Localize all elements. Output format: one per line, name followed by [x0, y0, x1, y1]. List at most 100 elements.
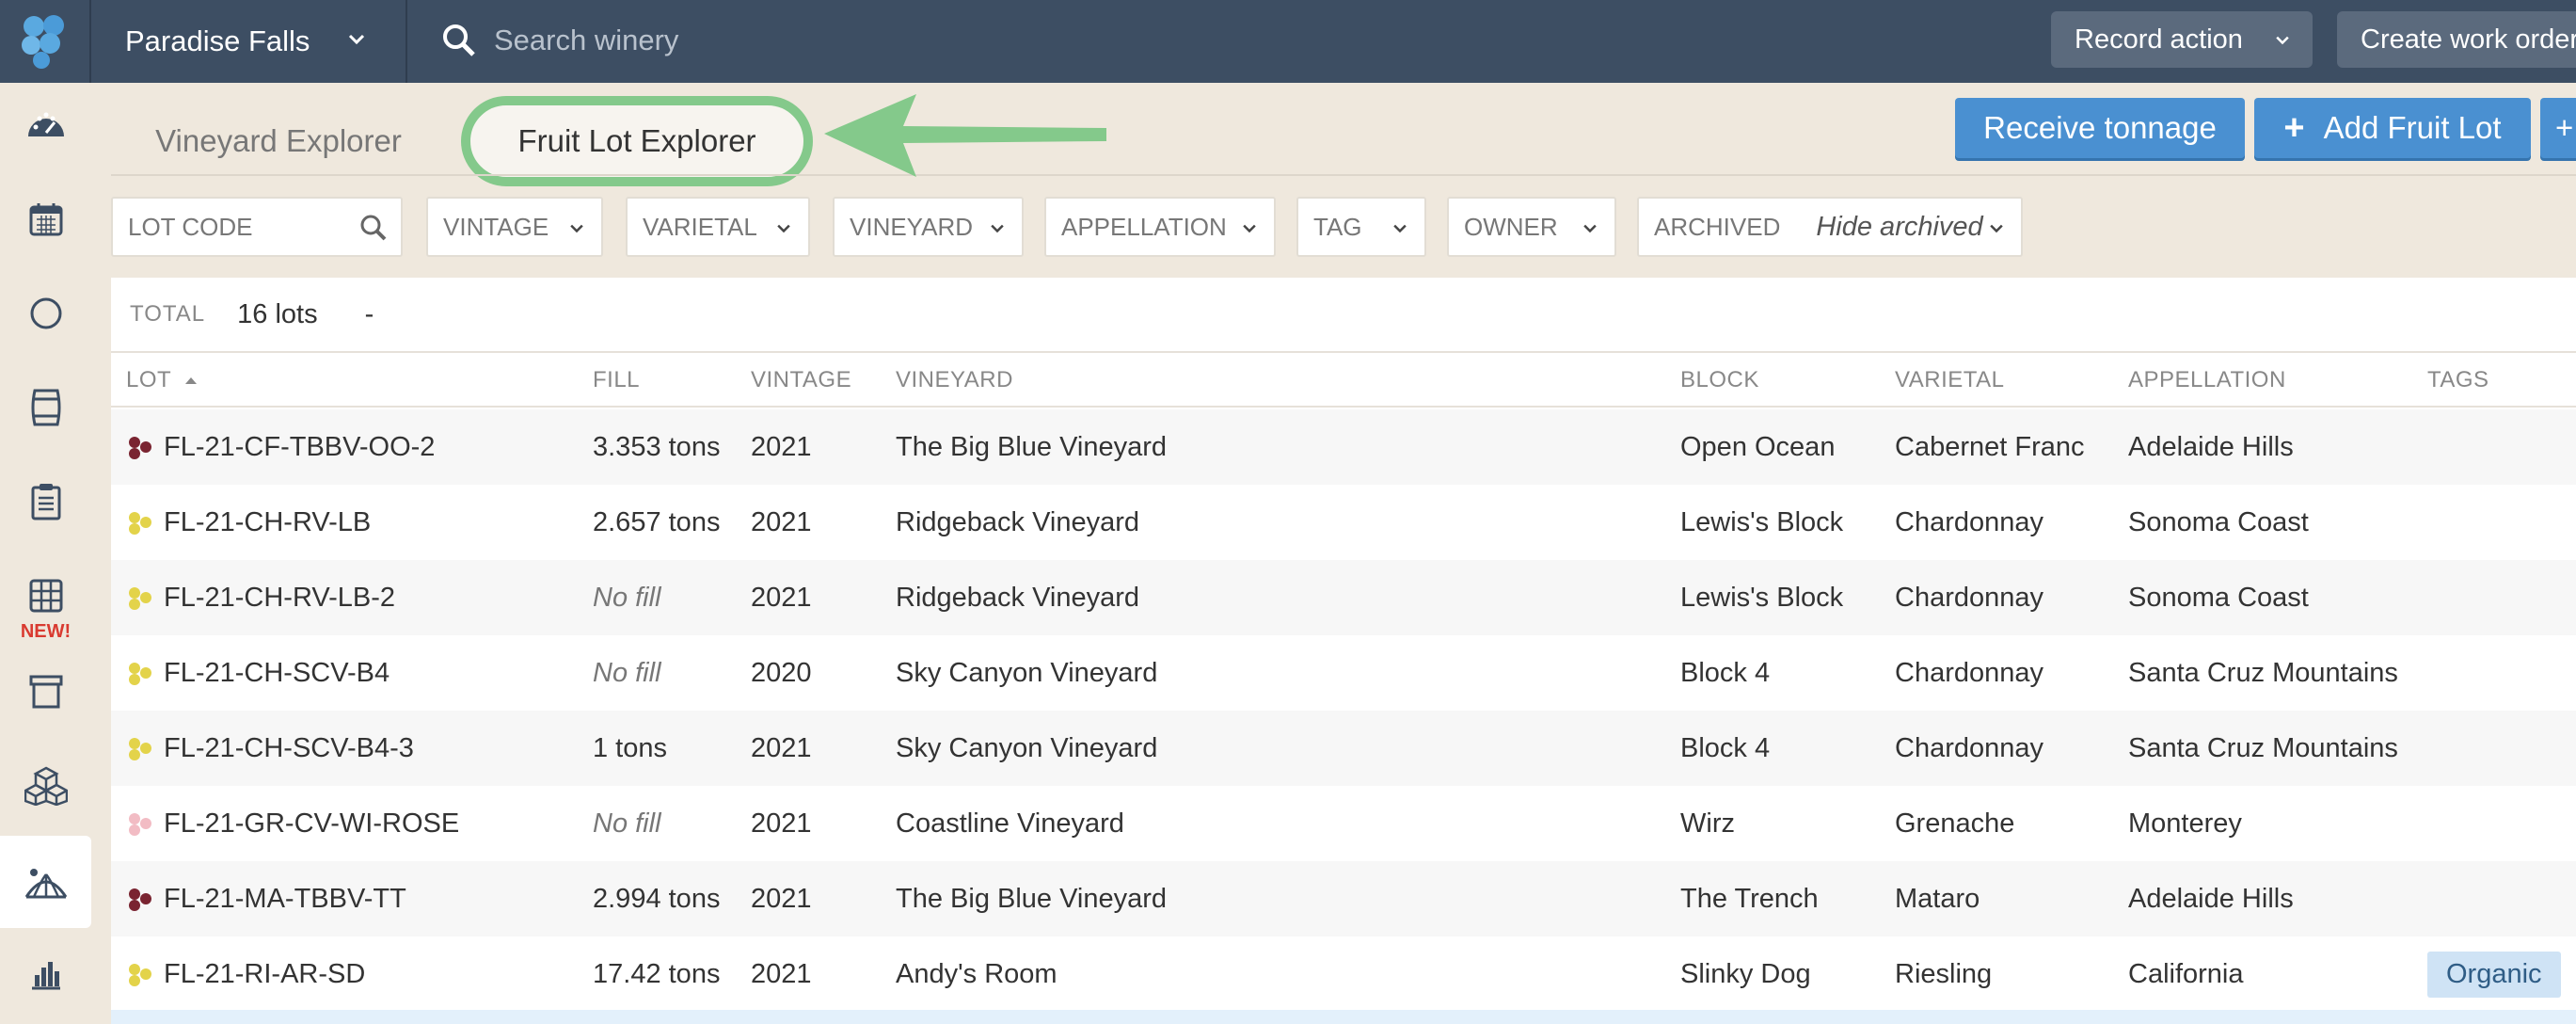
winery-selector[interactable]: Paradise Falls — [91, 0, 407, 83]
cell-block: Lewis's Block — [1680, 582, 1844, 613]
tag-badge[interactable]: Organic — [2427, 951, 2561, 998]
cell-appellation: Adelaide Hills — [2128, 431, 2294, 462]
record-action-button[interactable]: Record action — [2051, 11, 2313, 68]
cell-vineyard: Ridgeback Vineyard — [896, 582, 1140, 613]
sidebar-item-dashboard[interactable] — [0, 83, 91, 168]
sidebar-item-bin[interactable] — [0, 649, 91, 734]
cell-fill: No fill — [593, 808, 661, 839]
column-header-vintage[interactable]: VINTAGE — [751, 353, 851, 408]
create-work-order-button[interactable]: Create work order — [2337, 11, 2576, 68]
vineyard-icon — [24, 869, 67, 899]
plus-icon: + — [2555, 110, 2574, 145]
cubes-icon — [24, 766, 68, 806]
sidebar-item-clipboard[interactable] — [0, 459, 91, 544]
table-row[interactable]: FL-21-RI-AR-SD 17.42 tons 2021 Andy's Room S… — [111, 936, 2576, 1012]
table-row[interactable]: FL-21-CH-SCV-B4-3 1 tons 2021 Sky Canyon Vi… — [111, 711, 2576, 786]
app-logo[interactable] — [0, 0, 91, 83]
archived-filter-label: ARCHIVED — [1654, 212, 1781, 241]
cell-vintage: 2021 — [751, 808, 812, 839]
total-summary: TOTAL 16 lots - — [111, 278, 2576, 353]
lot-code-link[interactable]: FL-21-CF-TBBV-OO-2 — [164, 409, 435, 485]
lot-code-link[interactable]: FL-21-CH-SCV-B4 — [164, 635, 390, 711]
appellation-filter[interactable]: APPELLATION — [1044, 197, 1276, 257]
table-row[interactable] — [111, 1010, 2576, 1024]
search-icon — [443, 24, 475, 56]
column-header-varietal[interactable]: VARIETAL — [1895, 353, 2004, 408]
clipboard-icon — [31, 484, 60, 520]
search-icon — [360, 215, 387, 241]
cell-fill: 2.657 tons — [593, 506, 721, 537]
grape-logo-icon — [21, 15, 64, 69]
grape-icon — [129, 663, 151, 685]
column-header-lot-label: LOT — [126, 367, 172, 392]
lot-code-link[interactable]: FL-21-CH-RV-LB — [164, 485, 371, 560]
sidebar-item-barrel[interactable] — [0, 365, 91, 450]
lot-code-link[interactable]: FL-21-RI-AR-SD — [164, 936, 365, 1012]
table-row[interactable]: FL-21-GR-CV-WI-ROSE No fill 2021 Coastline … — [111, 786, 2576, 861]
column-header-lot[interactable]: LOT — [126, 353, 198, 408]
table-row[interactable]: FL-21-MA-TBBV-TT 2.994 tons 2021 The Big Bl… — [111, 861, 2576, 936]
table-row[interactable]: FL-21-CH-SCV-B4 No fill 2020 Sky Canyon Vin… — [111, 635, 2576, 711]
column-header-vineyard[interactable]: VINEYARD — [896, 353, 1013, 408]
new-badge: NEW! — [20, 621, 72, 642]
cell-block: Slinky Dog — [1680, 958, 1811, 989]
chevron-down-icon — [777, 224, 790, 233]
tab-vineyard-explorer[interactable]: Vineyard Explorer — [111, 96, 446, 186]
extra-action-button[interactable]: + — [2540, 98, 2576, 158]
grape-icon — [129, 813, 151, 836]
lot-code-filter[interactable]: LOT CODE — [111, 197, 403, 257]
lot-code-link[interactable]: FL-21-GR-CV-WI-ROSE — [164, 786, 459, 861]
grape-icon — [129, 964, 151, 986]
column-header-block[interactable]: BLOCK — [1680, 353, 1759, 408]
sidebar-item-inventory[interactable] — [0, 744, 91, 828]
grape-icon — [129, 738, 151, 760]
vineyard-filter[interactable]: VINEYARD — [833, 197, 1024, 257]
cell-varietal: Cabernet Franc — [1895, 431, 2085, 462]
column-header-fill[interactable]: FILL — [593, 353, 640, 408]
total-dash: - — [364, 298, 374, 329]
sidebar-item-calendar[interactable] — [0, 177, 91, 262]
cell-block: Block 4 — [1680, 732, 1771, 763]
cell-fill: 3.353 tons — [593, 431, 721, 462]
cell-vineyard: Sky Canyon Vineyard — [896, 732, 1158, 763]
table-row[interactable]: FL-21-CH-RV-LB-2 No fill 2021 Ridgeback Vin… — [111, 560, 2576, 635]
archived-filter[interactable]: ARCHIVED Hide archived — [1637, 197, 2023, 257]
vintage-filter[interactable]: VINTAGE — [426, 197, 603, 257]
varietal-filter[interactable]: VARIETAL — [626, 197, 810, 257]
sort-ascending-icon — [185, 377, 198, 384]
cell-varietal: Chardonnay — [1895, 732, 2043, 763]
column-header-tags[interactable]: TAGS — [2427, 353, 2489, 408]
sidebar-item-reports[interactable] — [0, 932, 91, 1016]
chevron-down-icon — [348, 34, 365, 45]
circle-icon — [30, 297, 61, 329]
cell-appellation: Sonoma Coast — [2128, 582, 2309, 613]
cell-fill: 2.994 tons — [593, 883, 721, 914]
winery-search — [409, 0, 2009, 83]
cell-vintage: 2021 — [751, 958, 812, 989]
table-row[interactable]: FL-21-CF-TBBV-OO-2 3.353 tons 2021 The Big … — [111, 409, 2576, 485]
cell-block: The Trench — [1680, 883, 1819, 914]
total-label: TOTAL — [130, 301, 206, 327]
table-row[interactable]: FL-21-CH-RV-LB 2.657 tons 2021 Ridgeback Vi… — [111, 485, 2576, 560]
lot-code-link[interactable]: FL-21-CH-SCV-B4-3 — [164, 711, 414, 786]
sidebar-item-vineyard[interactable] — [0, 836, 91, 928]
cell-block: Wirz — [1680, 808, 1735, 839]
cell-vintage: 2021 — [751, 582, 812, 613]
lot-code-link[interactable]: FL-21-CH-RV-LB-2 — [164, 560, 395, 635]
receive-tonnage-button[interactable]: Receive tonnage — [1955, 98, 2245, 158]
chevron-down-icon — [2276, 36, 2289, 45]
sidebar-item-circle[interactable] — [0, 271, 91, 356]
lot-code-link[interactable]: FL-21-MA-TBBV-TT — [164, 861, 406, 936]
tab-vineyard-explorer-label: Vineyard Explorer — [155, 123, 402, 158]
cell-fill: No fill — [593, 582, 661, 613]
add-fruit-lot-button[interactable]: + Add Fruit Lot — [2254, 98, 2531, 158]
cell-block: Open Ocean — [1680, 431, 1836, 462]
search-input[interactable] — [494, 17, 1341, 64]
tab-fruit-lot-explorer[interactable]: Fruit Lot Explorer — [461, 96, 813, 186]
create-work-order-label: Create work order — [2361, 24, 2576, 55]
tag-filter[interactable]: TAG — [1296, 197, 1426, 257]
tab-fruit-lot-explorer-label: Fruit Lot Explorer — [517, 123, 756, 158]
column-header-appellation[interactable]: APPELLATION — [2128, 353, 2286, 408]
cell-appellation: Santa Cruz Mountains — [2128, 657, 2398, 688]
owner-filter[interactable]: OWNER — [1447, 197, 1616, 257]
